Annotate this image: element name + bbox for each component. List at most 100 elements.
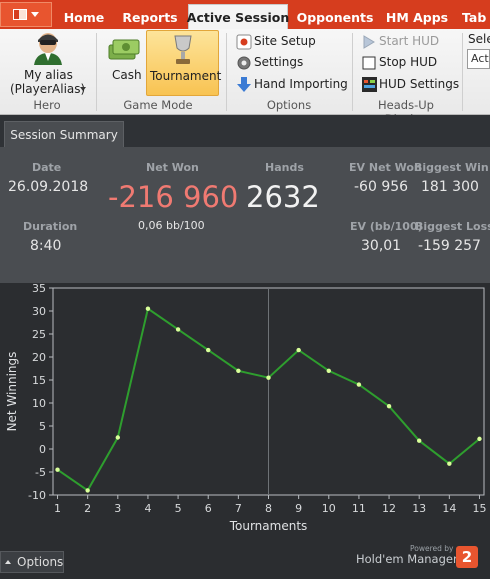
ev-net-won-label: EV Net Won [349, 161, 422, 174]
biggest-win-value: 181 300 [421, 179, 479, 195]
data-point [296, 347, 301, 353]
start-hud-label: Start HUD [379, 34, 440, 48]
biggest-win-label: Biggest Win [414, 161, 489, 174]
biggest-loss-label: Biggest Loss [415, 220, 490, 233]
data-point [356, 382, 362, 387]
y-tick-label: 25 [32, 328, 46, 341]
ribbon-separator [462, 33, 463, 111]
data-point [145, 306, 151, 311]
hud-settings-label: HUD Settings [379, 77, 460, 91]
site-setup-button[interactable]: Site Setup [234, 32, 344, 52]
data-point [326, 368, 331, 373]
tab-active-session[interactable]: Active Session [187, 4, 289, 29]
stop-hud-button[interactable]: Stop HUD [360, 53, 450, 73]
data-point [115, 435, 121, 440]
hud-settings-button[interactable]: HUD Settings [360, 75, 460, 95]
y-tick-label: 10 [32, 397, 46, 410]
tab-overflow[interactable]: Tab [462, 5, 490, 29]
select-label: Sele [468, 32, 490, 46]
x-tick-label: 11 [352, 502, 366, 515]
tournament-button[interactable]: Tournament [146, 30, 222, 96]
data-point [206, 347, 211, 353]
hand-importing-button[interactable]: Hand Importing [234, 75, 348, 95]
options-toggle-label: Options [17, 555, 64, 569]
chevron-down-icon [80, 87, 86, 91]
session-tab-row: Session Summary [0, 115, 490, 147]
data-point [266, 375, 271, 380]
tab-session-summary[interactable]: Session Summary [4, 121, 124, 147]
ev-bb-label: EV (bb/100) [350, 220, 423, 233]
data-point [175, 327, 181, 332]
y-tick-label: 0 [39, 443, 46, 456]
hero-button[interactable]: My alias (PlayerAlias) [6, 31, 90, 97]
ev-net-won-value: -60 956 [354, 179, 409, 195]
session-summary-panel: Date 26.09.2018 Duration 8:40 Net Won -2… [0, 147, 490, 283]
x-tick-label: 4 [144, 502, 151, 515]
settings-button[interactable]: Settings [234, 53, 344, 73]
tab-hm-apps[interactable]: HM Apps [382, 5, 452, 29]
hand-importing-label: Hand Importing [254, 77, 348, 91]
bb-per-100-value: 0,06 bb/100 [138, 219, 205, 232]
x-tick-label: 10 [322, 502, 336, 515]
ribbon-separator [352, 33, 353, 111]
site-setup-label: Site Setup [254, 34, 316, 48]
biggest-loss-value: -159 257 [418, 238, 481, 254]
y-tick-label: -5 [35, 466, 46, 479]
net-won-label: Net Won [146, 161, 199, 174]
hero-avatar-icon [34, 33, 62, 65]
play-icon [363, 35, 375, 49]
x-tick-label: 6 [205, 502, 212, 515]
x-tick-label: 8 [265, 502, 272, 515]
x-tick-label: 7 [235, 502, 242, 515]
data-point [477, 436, 482, 442]
x-tick-label: 3 [114, 502, 121, 515]
y-tick-label: 30 [32, 305, 46, 318]
tab-reports[interactable]: Reports [116, 5, 184, 29]
session-select-value: Activ [471, 52, 489, 65]
application-menu-button[interactable] [0, 2, 52, 27]
data-point [55, 467, 60, 472]
gear-icon [237, 56, 251, 70]
hands-label: Hands [265, 161, 304, 174]
import-arrow-icon [237, 77, 251, 92]
chevron-down-icon [31, 12, 39, 17]
brand-name: Hold'em Manager [356, 552, 458, 566]
tab-opponents[interactable]: Opponents [292, 5, 378, 29]
stop-hud-label: Stop HUD [379, 55, 438, 69]
settings-label: Settings [254, 55, 304, 69]
net-won-value: -216 960 [108, 180, 239, 214]
x-tick-label: 1 [54, 502, 61, 515]
tournament-label: Tournament [150, 69, 222, 83]
options-toggle-button[interactable]: Options [0, 551, 64, 573]
ribbon-separator [226, 33, 227, 111]
data-point [386, 404, 392, 409]
app-window-icon [13, 9, 27, 20]
x-tick-label: 15 [472, 502, 486, 515]
x-tick-label: 13 [412, 502, 426, 515]
stop-icon [362, 56, 376, 70]
y-tick-label: 20 [32, 351, 46, 364]
x-tick-label: 5 [175, 502, 182, 515]
hero-group-label: Hero [33, 98, 61, 112]
site-setup-icon [236, 34, 252, 50]
ribbon-separator [96, 33, 97, 111]
duration-value: 8:40 [30, 238, 62, 254]
duration-label: Duration [23, 220, 78, 233]
ribbon: My alias (PlayerAlias) Hero Cash Tournam… [0, 29, 490, 126]
date-value: 26.09.2018 [8, 179, 89, 195]
cash-button[interactable]: Cash [104, 31, 144, 95]
hero-alias-label: My alias [24, 68, 73, 82]
net-winnings-chart: 35 30 25 20 15 10 5 0 -5 -10 1 2 3 4 5 6 7 8 9 10 11 12 13 14 15… [0, 282, 490, 575]
hud-settings-icon [362, 77, 377, 92]
ev-bb-value: 30,01 [361, 238, 402, 254]
tab-home[interactable]: Home [56, 5, 112, 29]
hero-alias-name: (PlayerAlias) [10, 82, 86, 96]
cash-icon [108, 39, 140, 60]
date-label: Date [32, 161, 62, 174]
session-select[interactable]: Activ [467, 49, 490, 69]
cash-label: Cash [112, 68, 142, 82]
game-mode-group-label: Game Mode [123, 98, 193, 112]
start-hud-button[interactable]: Start HUD [360, 32, 450, 52]
data-point [416, 438, 422, 443]
x-tick-label: 9 [295, 502, 302, 515]
